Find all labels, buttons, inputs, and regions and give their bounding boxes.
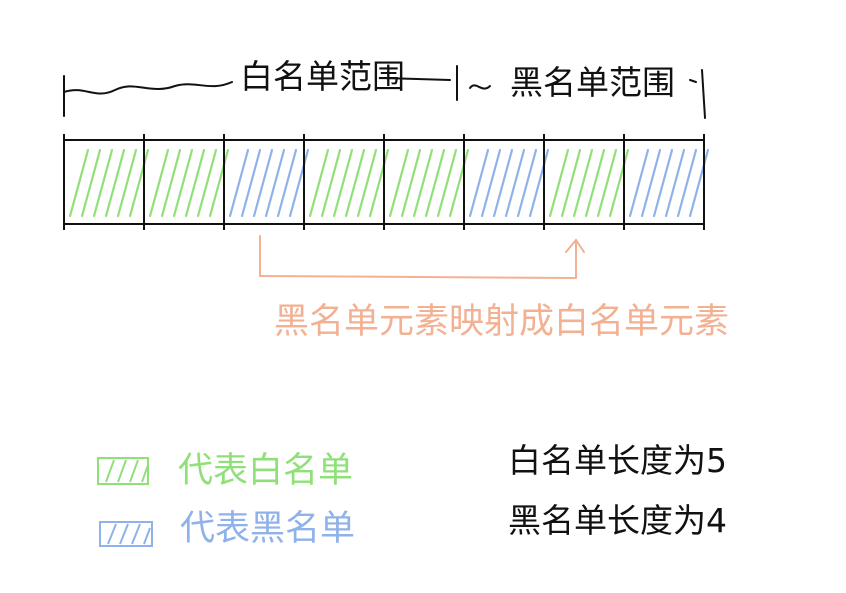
diagram-canvas: 白名单范围 黑名单范围 黑名单元素映射成白名单元素 代表白名单 代表黑名单 白名… [63,57,729,549]
mapping-base-line [259,275,577,279]
legend-swatch-whitelist-hatch [105,459,149,483]
blacklist-wave [469,84,491,90]
array-cell-whitelist [148,148,230,218]
blacklist-line-right [689,79,697,83]
array-cells [63,134,710,230]
whitelist-range-label: 白名单范围 [240,57,405,96]
whitelist-wave-left [63,81,233,95]
array-cell-whitelist [388,148,470,218]
array-cell-blacklist [228,148,310,218]
legend: 代表白名单 代表黑名单 [97,451,355,549]
legend-swatch-blacklist-hatch [107,523,151,545]
legend-label-blacklist: 代表黑名单 [180,509,355,549]
mapping-label: 黑名单元素映射成白名单元素 [274,302,729,342]
legend-item-blacklist: 代表黑名单 [99,509,355,549]
array-cell-whitelist [68,148,150,218]
mapping-bracket [259,235,585,279]
array-cell-blacklist [628,148,710,218]
blacklist-range-label: 黑名单范围 [510,63,675,102]
array-cell-whitelist [308,148,390,218]
legend-label-whitelist: 代表白名单 [178,451,353,491]
note-whitelist-length: 白名单长度为5 [508,441,727,480]
note-blacklist-length: 黑名单长度为4 [508,501,727,540]
array-cell-blacklist [468,148,550,218]
bracket-right-tick [701,69,706,119]
array-cell-whitelist [548,148,630,218]
legend-item-whitelist: 代表白名单 [97,451,353,491]
